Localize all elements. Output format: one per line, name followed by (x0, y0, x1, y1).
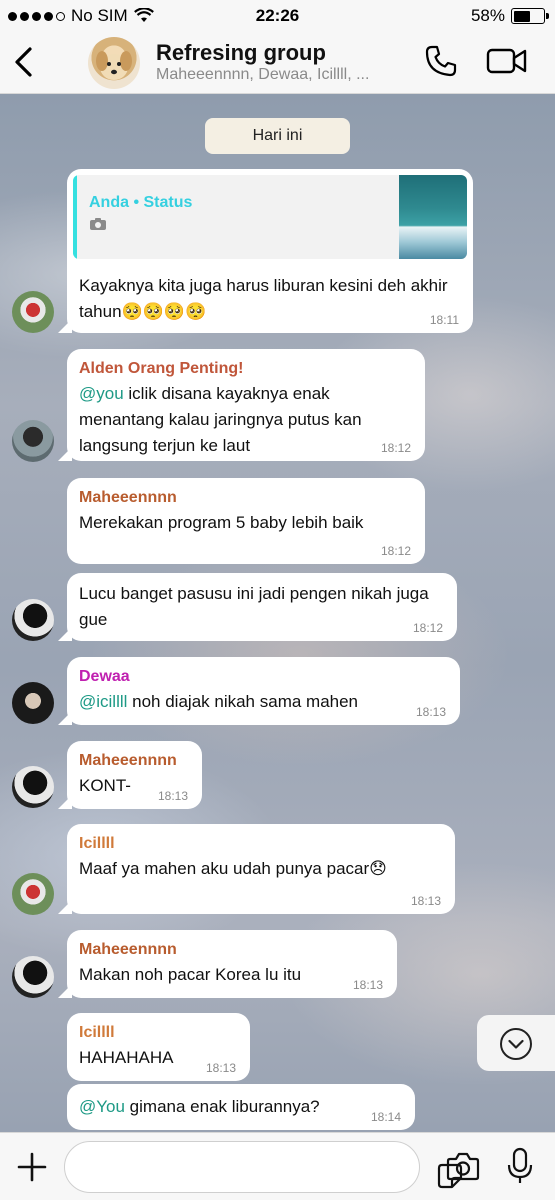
message-bubble[interactable]: Maheeennnn KONT- 18:13 (58, 741, 202, 809)
message-time: 18:14 (370, 1110, 401, 1124)
message-body: noh diajak nikah sama mahen (127, 692, 359, 711)
message-text: Kayaknya kita juga harus liburan kesini … (79, 276, 448, 321)
sender-name[interactable]: Maheeennnn (79, 485, 177, 511)
message-bubble[interactable]: Dewaa @icillll noh diajak nikah sama mah… (58, 657, 460, 725)
avatar[interactable] (12, 956, 54, 998)
avatar[interactable] (12, 873, 54, 915)
battery-percent: 58% (470, 6, 505, 25)
avatar[interactable] (12, 291, 54, 333)
mention[interactable]: @You (79, 1097, 125, 1116)
message-text: @You gimana enak liburannya? (79, 1094, 379, 1120)
message-time: 18:13 (410, 894, 441, 908)
phone-icon[interactable] (424, 44, 458, 78)
avatar[interactable] (12, 682, 54, 724)
message-text: @you iclik disana kayaknya enak menantan… (79, 381, 409, 459)
message-bubble[interactable]: Icillll Maaf ya mahen aku udah punya pac… (58, 824, 455, 914)
message-text: HAHAHAHA (79, 1048, 174, 1067)
message-input[interactable] (64, 1141, 463, 1193)
message-text: @icillll noh diajak nikah sama mahen (79, 689, 419, 715)
group-avatar[interactable] (88, 37, 140, 89)
sender-name[interactable]: Maheeennnn (79, 748, 177, 774)
message-time: 18:11 (429, 313, 459, 327)
message-bubble[interactable]: Maheeennnn Makan noh pacar Korea lu itu … (58, 930, 397, 998)
back-chevron-icon[interactable] (10, 45, 38, 79)
message-text: Merekakan program 5 baby lebih baik (79, 513, 364, 532)
scroll-to-bottom-button[interactable] (477, 1015, 555, 1071)
sender-name[interactable]: Alden Orang Penting! (79, 356, 243, 382)
message-bubble[interactable]: Maheeennnn Merekakan program 5 baby lebi… (67, 478, 425, 564)
chat-header: Refresing group Maheeennnn, Dewaa, Icill… (0, 32, 555, 94)
message-time: 18:13 (205, 1061, 236, 1075)
message-bubble[interactable]: @You gimana enak liburannya? 18:14 (67, 1084, 415, 1130)
chevron-down-icon (500, 1028, 532, 1060)
mention[interactable]: @you (79, 384, 124, 403)
camera-small-icon (90, 218, 106, 230)
message-time: 18:13 (352, 978, 383, 992)
quoted-status[interactable]: Anda • Status (73, 175, 467, 259)
status-thumbnail (399, 175, 467, 259)
message-text: KONT- (79, 776, 131, 795)
battery-icon (511, 8, 549, 24)
video-icon[interactable] (486, 46, 528, 76)
sender-name[interactable]: Icillll (79, 831, 115, 857)
message-time: 18:12 (380, 441, 411, 455)
date-divider: Hari ini (205, 118, 350, 154)
message-time: 18:12 (380, 544, 411, 558)
avatar[interactable] (12, 766, 54, 808)
sender-name[interactable]: Dewaa (79, 664, 130, 690)
message-text: Maaf ya mahen aku udah punya pacar😞 (79, 859, 387, 878)
message-time: 18:13 (157, 789, 188, 803)
message-body: gimana enak liburannya? (124, 1097, 320, 1116)
message-bubble[interactable]: Lucu banget pasusu ini jadi pengen nikah… (58, 573, 457, 641)
quote-label: Anda • Status (89, 194, 193, 211)
composer-bar (0, 1132, 555, 1200)
message-text: Lucu banget pasusu ini jadi pengen nikah… (79, 584, 429, 629)
camera-icon[interactable] (446, 1151, 480, 1181)
message-bubble[interactable]: Alden Orang Penting! @you iclik disana k… (58, 349, 425, 461)
avatar[interactable] (12, 420, 54, 462)
mention[interactable]: @icillll (79, 692, 127, 711)
sender-name[interactable]: Icillll (79, 1020, 115, 1046)
message-bubble[interactable]: Icillll HAHAHAHA 18:13 (67, 1013, 250, 1081)
message-text: Makan noh pacar Korea lu itu (79, 965, 302, 984)
status-bar: No SIM 22:26 58% (0, 0, 555, 32)
mic-icon[interactable] (507, 1147, 533, 1185)
group-members[interactable]: Maheeennnn, Dewaa, Icillll, ... (156, 66, 406, 84)
message-time: 18:13 (415, 705, 446, 719)
sender-name[interactable]: Maheeennnn (79, 937, 177, 963)
avatar[interactable] (12, 599, 54, 641)
message-time: 18:12 (412, 621, 443, 635)
plus-icon[interactable] (16, 1151, 48, 1183)
group-title[interactable]: Refresing group (156, 40, 326, 66)
battery-indicator: 58% (470, 6, 549, 26)
chat-area[interactable]: Hari ini Anda • Status Kayaknya kita jug… (0, 94, 555, 1132)
message-bubble[interactable]: Anda • Status Kayaknya kita juga harus l… (58, 169, 473, 333)
